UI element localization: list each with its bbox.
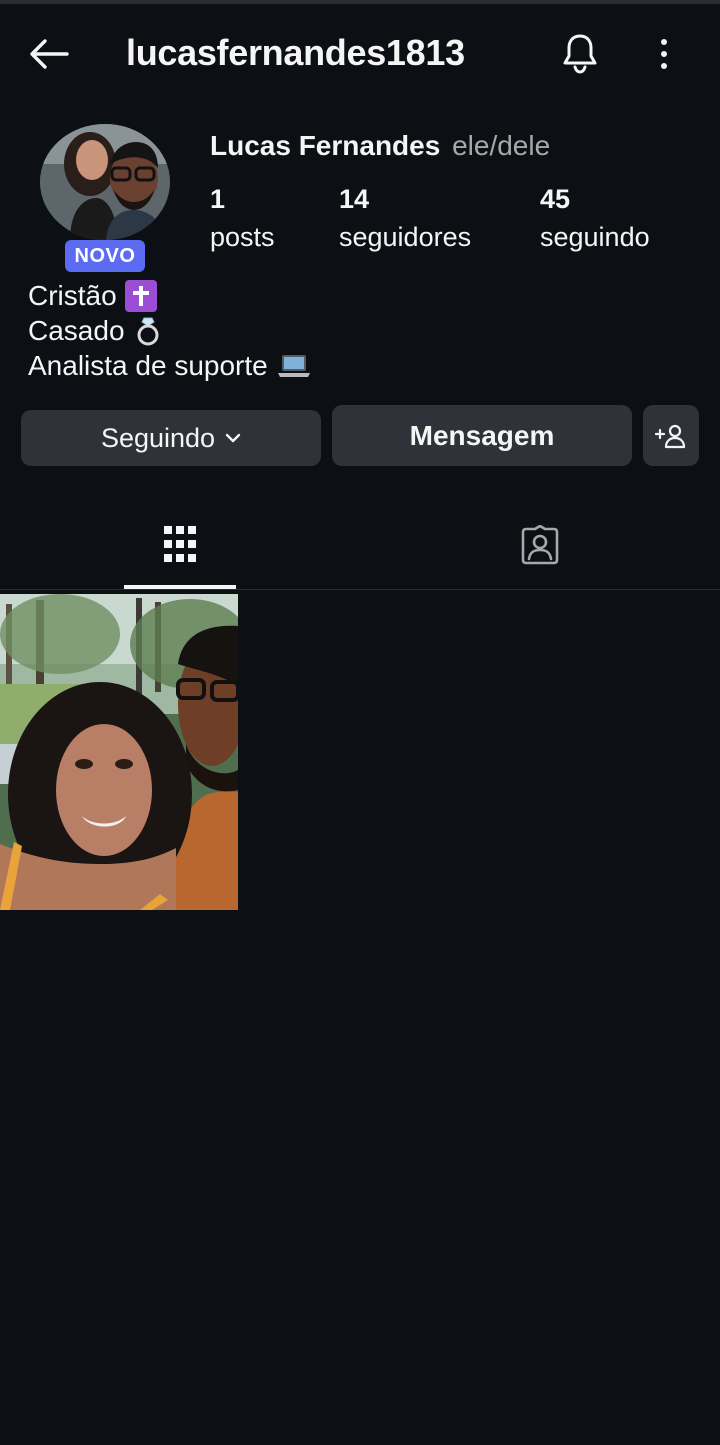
tagged-person-icon bbox=[521, 525, 559, 565]
stat-posts[interactable]: 1 posts bbox=[210, 180, 275, 256]
add-user-icon bbox=[655, 424, 686, 448]
arrow-left-icon bbox=[30, 39, 69, 69]
stat-followers[interactable]: 14 seguidores bbox=[339, 180, 471, 256]
tab-posts-grid[interactable] bbox=[0, 500, 360, 590]
profile-header: lucasfernandes1813 bbox=[0, 20, 720, 86]
following-label: Seguindo bbox=[100, 422, 216, 453]
bio-line: Analista de suporte bbox=[28, 348, 312, 383]
pronouns: ele/dele bbox=[452, 130, 551, 161]
followers-label: seguidores bbox=[339, 222, 472, 252]
profile-screen: lucasfernandes1813 NOVO Lucas Fernandes … bbox=[0, 0, 720, 1445]
grid-icon bbox=[164, 526, 196, 562]
add-user-button[interactable] bbox=[643, 405, 699, 466]
stat-following[interactable]: 45 seguindo bbox=[540, 180, 650, 256]
more-options-button[interactable] bbox=[646, 32, 682, 76]
followers-count: 14 bbox=[339, 184, 370, 214]
bell-icon bbox=[563, 34, 597, 74]
tab-tagged[interactable] bbox=[360, 500, 720, 590]
bio-line: Casado bbox=[28, 313, 312, 348]
profile-avatar[interactable] bbox=[40, 124, 170, 240]
following-label: seguindo bbox=[540, 222, 650, 252]
message-button[interactable]: Mensagem bbox=[332, 405, 632, 466]
full-name: Lucas Fernandes bbox=[210, 130, 441, 161]
name-row: Lucas Fernandes ele/dele bbox=[210, 130, 550, 162]
bio-text: Analista de suporte bbox=[28, 350, 268, 381]
profile-bio: Cristão Casado Analista de suporte bbox=[28, 278, 312, 383]
bio-text: Cristão bbox=[28, 280, 117, 311]
following-button[interactable]: Seguindo bbox=[21, 410, 321, 466]
latin-cross-emoji bbox=[124, 279, 157, 312]
status-divider bbox=[0, 0, 720, 4]
avatar-photo bbox=[40, 124, 170, 240]
avatar bbox=[40, 124, 170, 240]
posts-count: 1 bbox=[210, 184, 226, 214]
bio-text: Casado bbox=[28, 315, 125, 346]
back-button[interactable] bbox=[24, 34, 74, 74]
bio-line: Cristão bbox=[28, 278, 312, 313]
new-badge: NOVO bbox=[65, 240, 145, 272]
profile-username: lucasfernandes1813 bbox=[126, 32, 465, 73]
notifications-button[interactable] bbox=[556, 30, 604, 76]
tab-divider bbox=[0, 589, 720, 590]
following-count: 45 bbox=[540, 184, 571, 214]
couple-photo bbox=[0, 594, 238, 910]
more-vertical-icon bbox=[661, 39, 667, 69]
chevron-down-icon bbox=[225, 433, 241, 443]
message-label: Mensagem bbox=[409, 419, 555, 451]
laptop-emoji bbox=[276, 351, 312, 381]
posts-label: posts bbox=[210, 222, 275, 252]
post-thumbnail[interactable] bbox=[0, 594, 238, 910]
ring-emoji bbox=[133, 315, 163, 347]
